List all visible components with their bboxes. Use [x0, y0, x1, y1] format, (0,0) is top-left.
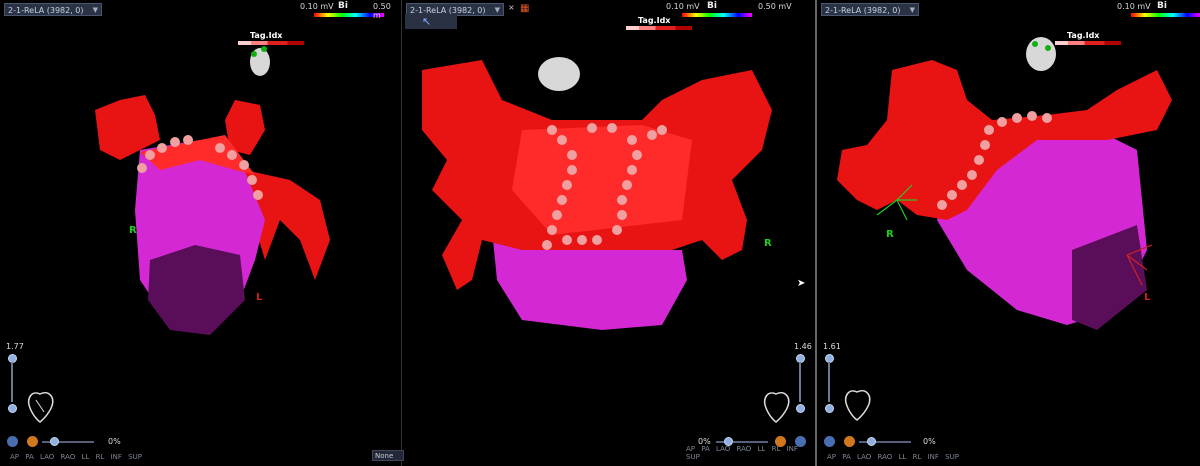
view-rl[interactable]: RL [913, 453, 922, 461]
scale-min-label: 0.10 mV [666, 2, 700, 11]
scale-max-label: 0.50 m [373, 2, 391, 20]
view-ap[interactable]: AP [10, 453, 19, 461]
view-preset-buttons[interactable]: AP PA LAO RAO LL RL INF SUP [686, 445, 815, 461]
voltage-scale: 0.10 mV [1117, 2, 1200, 17]
zoom-slider[interactable] [11, 362, 13, 402]
overlay-select-label: None [375, 452, 394, 460]
map-pane-3[interactable]: 2-1-ReLA (3982, 0) ▼ 0.10 mV Bi Tag.Idx … [815, 0, 1200, 466]
map-select-dropdown[interactable]: 2-1-ReLA (3982, 0) ▼ [4, 3, 102, 16]
color-scale-bar [682, 13, 752, 17]
view-ll[interactable]: LL [82, 453, 90, 461]
map-select-dropdown[interactable]: 2-1-ReLA (3982, 0) ▼ [821, 3, 919, 16]
scale-max-label: 0.50 mV [758, 2, 792, 11]
heart-orientation-icon [28, 392, 54, 423]
color-scale-bar [1131, 13, 1200, 17]
map-pane-2[interactable]: 2-1-ReLA (3982, 0) ▼ × ↖ ▦ 0.10 mV Bi 0.… [401, 0, 815, 466]
view-preset-buttons[interactable]: AP PA LAO RAO LL RL INF SUP [827, 453, 959, 461]
tag-index-label: Tag.Idx [1067, 31, 1100, 40]
transparency-value: 0% [108, 437, 121, 446]
tag-index-legend: Tag.Idx [626, 16, 692, 30]
close-icon[interactable]: × [508, 3, 515, 12]
zoom-slider-handle[interactable] [8, 404, 17, 413]
zoom-slider[interactable] [828, 362, 830, 402]
orientation-r-label: R [764, 238, 772, 249]
map-select-label: 2-1-ReLA (3982, 0) [825, 6, 901, 15]
view-lao[interactable]: LAO [40, 453, 54, 461]
tag-index-legend: Tag.Idx [1055, 31, 1121, 45]
zoom-value: 1.46 [794, 342, 812, 351]
view-lao[interactable]: LAO [857, 453, 871, 461]
transparency-handle[interactable] [50, 437, 59, 446]
view-pa[interactable]: PA [701, 445, 710, 453]
tag-index-label: Tag.Idx [250, 31, 283, 40]
atrium-3d-map[interactable] [817, 50, 1200, 370]
view-ap[interactable]: AP [827, 453, 836, 461]
tag-index-label: Tag.Idx [638, 16, 671, 25]
orientation-r-label: R [129, 225, 137, 236]
view-sup[interactable]: SUP [686, 453, 700, 461]
scale-type-label: Bi [707, 1, 717, 11]
scale-min-label: 0.10 mV [1117, 2, 1151, 11]
orientation-l-label: L [1144, 292, 1151, 303]
view-pa[interactable]: PA [842, 453, 851, 461]
chevron-down-icon: ▼ [494, 6, 500, 14]
view-rl[interactable]: RL [772, 445, 781, 453]
view-inf[interactable]: INF [787, 445, 798, 453]
view-preset-buttons[interactable]: AP PA LAO RAO LL RL INF SUP [10, 453, 142, 461]
color-mode-button[interactable] [27, 436, 38, 447]
select-arrow-icon[interactable]: ↖ [422, 15, 431, 28]
overlay-select-dropdown[interactable]: None [372, 450, 404, 461]
tag-index-bar [1055, 41, 1121, 45]
view-sup[interactable]: SUP [128, 453, 142, 461]
map-pane-1[interactable]: 2-1-ReLA (3982, 0) ▼ 0.10 mV Bi 0.50 m T… [0, 0, 400, 466]
atrium-3d-map[interactable] [402, 40, 815, 340]
view-ap[interactable]: AP [686, 445, 695, 453]
transparency-handle[interactable] [867, 437, 876, 446]
grid-icon[interactable]: ▦ [520, 3, 534, 17]
scale-min-label: 0.10 mV [300, 2, 334, 11]
view-inf[interactable]: INF [111, 453, 122, 461]
view-ll[interactable]: LL [899, 453, 907, 461]
atrium-3d-map[interactable] [0, 60, 400, 420]
view-rao[interactable]: RAO [61, 453, 76, 461]
tag-index-legend: Tag.Idx [238, 31, 304, 45]
zoom-slider-handle[interactable] [825, 404, 834, 413]
zoom-slider-handle[interactable] [796, 404, 805, 413]
zoom-value: 1.77 [6, 342, 24, 351]
view-ll[interactable]: LL [758, 445, 766, 453]
view-inf[interactable]: INF [928, 453, 939, 461]
map-select-label: 2-1-ReLA (3982, 0) [8, 6, 84, 15]
view-sup[interactable]: SUP [945, 453, 959, 461]
view-rao[interactable]: RAO [737, 445, 752, 453]
heart-orientation-icon [764, 392, 790, 423]
heart-orientation-icon [845, 390, 871, 421]
rotate-button[interactable] [7, 436, 18, 447]
view-rao[interactable]: RAO [878, 453, 893, 461]
tag-index-bar [626, 26, 692, 30]
view-lao[interactable]: LAO [716, 445, 730, 453]
chevron-down-icon: ▼ [909, 6, 915, 14]
chevron-down-icon: ▼ [92, 6, 98, 14]
rotate-button[interactable] [824, 436, 835, 447]
scale-type-label: Bi [338, 1, 348, 11]
transparency-value: 0% [923, 437, 936, 446]
orientation-r-label: R [886, 229, 894, 240]
zoom-slider[interactable] [799, 362, 801, 402]
view-pa[interactable]: PA [25, 453, 34, 461]
view-rl[interactable]: RL [96, 453, 105, 461]
voltage-scale: 0.10 mV [300, 2, 384, 17]
mouse-cursor-icon: ➤ [797, 278, 806, 289]
zoom-value: 1.61 [823, 342, 841, 351]
color-mode-button[interactable] [844, 436, 855, 447]
scale-type-label: Bi [1157, 1, 1167, 11]
voltage-scale: 0.10 mV [666, 2, 752, 17]
orientation-l-label: L [256, 292, 263, 303]
